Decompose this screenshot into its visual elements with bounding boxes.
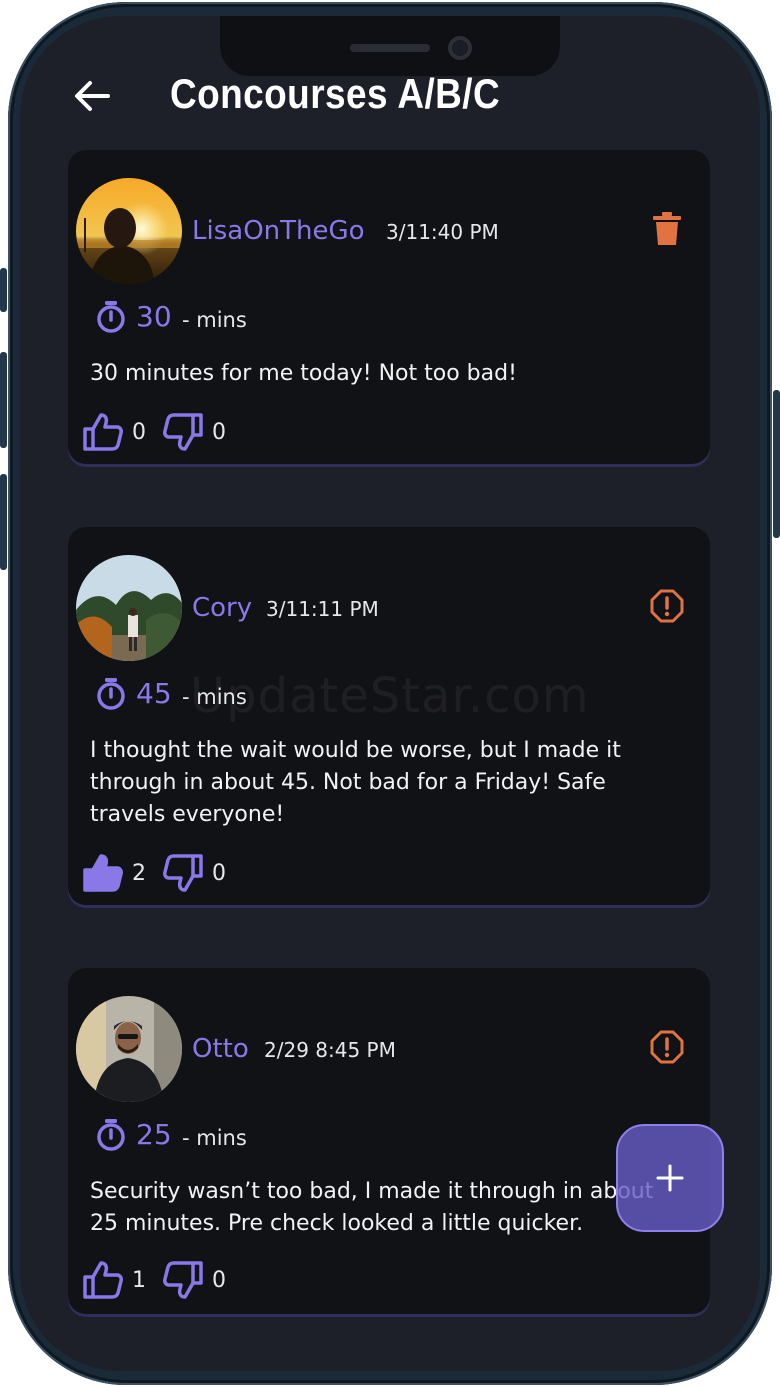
notch [220,16,560,76]
power-button [773,390,780,538]
post-card: Otto 2/29 8:45 PM 25 - mins Security was… [68,968,710,1314]
like-count: 1 [132,1268,146,1293]
dislike-count: 0 [212,861,226,886]
back-arrow-icon [75,81,110,111]
volume-down-button [0,474,7,570]
plus-icon [656,1164,684,1192]
post-comment: I thought the wait would be worse, but I… [90,738,621,827]
wait-time-value: 45 [136,677,172,710]
wait-time-unit: - mins [182,1126,247,1150]
timestamp: 3/11:40 PM [386,220,499,244]
volume-up-button [0,352,7,448]
front-camera [448,36,472,60]
stopwatch-icon [97,1119,125,1151]
speaker-grille [350,44,430,52]
like-count: 2 [132,861,146,886]
thumbs-down-icon[interactable] [162,1260,204,1300]
stopwatch-icon [97,678,125,710]
post-comment: 30 minutes for me today! Not too bad! [90,361,517,386]
post-card: LisaOnTheGo 3/11:40 PM 30 - mins 30 minu… [68,150,710,464]
dislike-count: 0 [212,420,226,445]
trash-icon[interactable] [650,212,684,246]
silent-switch [0,268,7,312]
thumbs-up-icon[interactable] [82,853,124,893]
stopwatch-icon [97,301,125,333]
thumbs-up-icon[interactable] [82,412,124,452]
report-icon[interactable] [650,589,684,623]
app-header: Concourses A/B/C [20,68,760,128]
report-icon[interactable] [650,1030,684,1064]
timestamp: 3/11:11 PM [266,597,379,621]
avatar [76,555,182,661]
watermark: UpdateStar.com [190,668,590,724]
like-count: 0 [132,420,146,445]
page-title: Concourses A/B/C [170,70,501,117]
thumbs-down-icon[interactable] [162,853,204,893]
wait-time-unit: - mins [182,308,247,332]
app-screen: Concourses A/B/C LisaOnTheGo 3/11:40 PM … [20,16,760,1371]
username[interactable]: Cory [192,593,252,623]
back-button[interactable] [70,74,114,118]
username[interactable]: LisaOnTheGo [192,216,365,246]
post-comment: Security wasn’t too bad, I made it throu… [90,1179,654,1236]
thumbs-up-icon[interactable] [82,1260,124,1300]
wait-time-value: 30 [136,300,172,333]
wait-time-value: 25 [136,1118,172,1151]
timestamp: 2/29 8:45 PM [264,1038,396,1062]
dislike-count: 0 [212,1268,226,1293]
add-post-button[interactable] [616,1124,724,1232]
username[interactable]: Otto [192,1034,249,1064]
thumbs-down-icon[interactable] [162,412,204,452]
avatar [76,178,182,284]
avatar [76,996,182,1102]
